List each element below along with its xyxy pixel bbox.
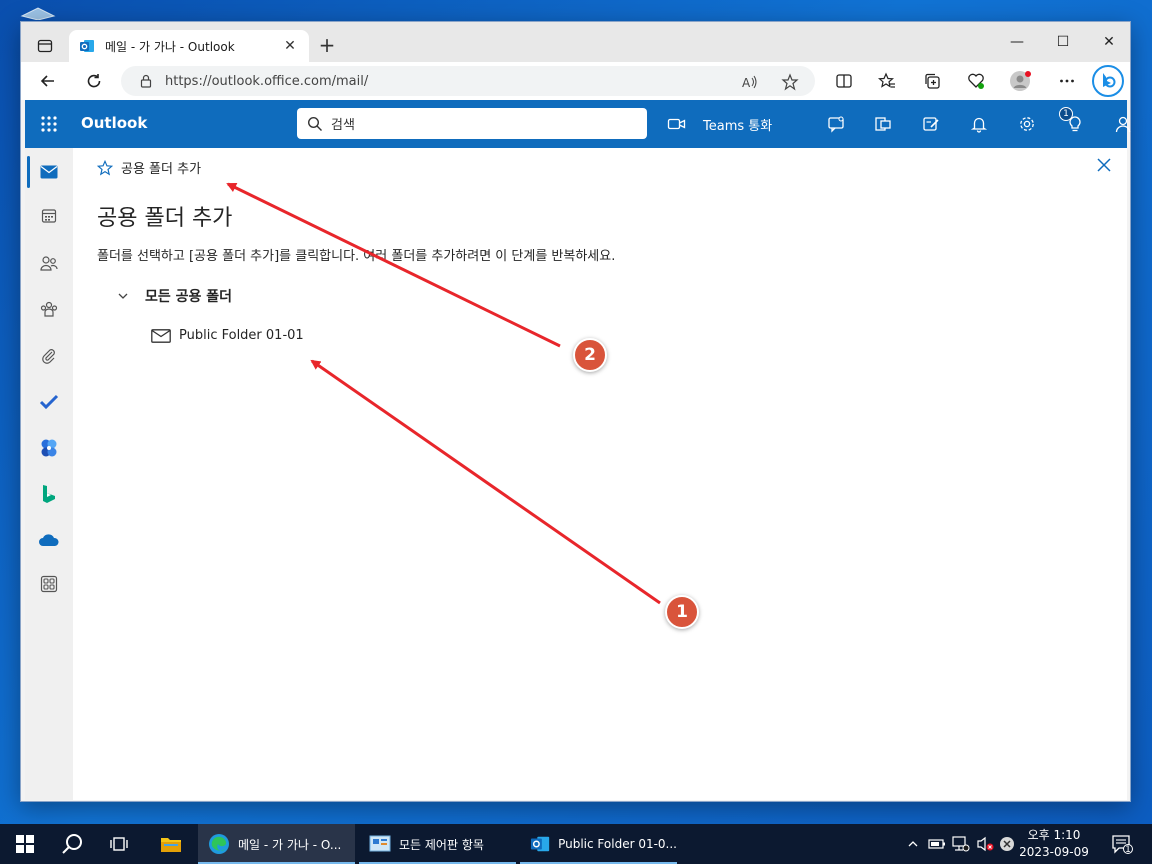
video-call-icon[interactable] [666,113,688,135]
tree-root-all-public-folders[interactable]: 모든 공용 폴더 [117,286,232,306]
browser-toolbar: https://outlook.office.com/mail/ A [21,62,1130,100]
rail-loop-icon[interactable] [25,432,73,464]
clock-time: 오후 1:10 [1027,828,1081,842]
taskbar-app-control-panel[interactable]: 모든 제어판 항목 [359,824,516,864]
app-launcher-icon[interactable] [39,114,59,134]
lock-icon[interactable] [139,74,153,88]
tab-close-icon[interactable]: ✕ [281,38,299,54]
tab-strip: 메일 - 가 가나 - Outlook ✕ + — ☐ ✕ [21,22,1130,62]
rail-groups-icon[interactable] [25,293,73,325]
breadcrumb-label[interactable]: 공용 폴더 추가 [121,158,201,177]
chevron-down-icon[interactable] [117,290,129,302]
instruction-text: 폴더를 선택하고 [공용 폴더 추가]를 클릭합니다. 여러 폴더를 추가하려면… [97,249,616,264]
task-view-button[interactable] [100,824,140,864]
outlook-header: Outlook 검색 Teams 통화 1 [25,100,1131,148]
taskbar-app-label: 메일 - 가 가나 - O... [238,837,342,852]
page-title: 공용 폴더 추가 [97,206,233,231]
address-bar[interactable]: https://outlook.office.com/mail/ A [121,66,815,96]
tree-item-label: Public Folder 01-01 [179,328,304,343]
settings-gear-icon[interactable] [1016,113,1038,135]
taskbar-app-label: Public Folder 01-0... [558,837,677,851]
breadcrumb: 공용 폴더 추가 [97,158,201,177]
profile-avatar[interactable] [1007,68,1033,94]
rail-people-icon[interactable] [25,247,73,279]
url-text: https://outlook.office.com/mail/ [165,73,369,89]
rail-more-apps-icon[interactable] [25,568,73,600]
outlook-brand[interactable]: Outlook [81,114,147,132]
show-hidden-icons-chevron-icon[interactable] [904,835,922,853]
browser-essentials-icon[interactable] [963,68,989,94]
rail-calendar-icon[interactable] [25,200,73,232]
refresh-icon[interactable] [81,68,107,94]
tree-root-label: 모든 공용 폴더 [145,289,233,305]
new-tab-button[interactable]: + [315,34,339,58]
account-person-icon[interactable] [1112,113,1134,135]
close-window-button[interactable]: ✕ [1086,30,1132,54]
tab-outlook[interactable]: 메일 - 가 가나 - Outlook ✕ [69,30,309,62]
outlook-favicon-icon [80,40,94,52]
network-icon[interactable] [952,835,970,853]
favorite-star-icon[interactable] [779,71,801,93]
tips-count-badge: 1 [1059,107,1073,121]
folder-icon [161,838,181,852]
rail-bookings-icon[interactable] [25,478,73,510]
bell-icon[interactable] [968,113,990,135]
windows-logo-icon [16,835,34,853]
search-placeholder: 검색 [331,118,355,133]
outlook-icon [530,836,550,852]
battery-icon[interactable] [928,835,946,853]
taskbar-search-icon [62,834,82,854]
task-view-icon [110,837,128,851]
file-explorer-button[interactable] [150,824,190,864]
rail-mail-icon[interactable] [25,156,73,188]
taskbar-app-edge[interactable]: 메일 - 가 가나 - O... [198,824,355,864]
more-icon[interactable] [1054,68,1080,94]
edge-icon [209,834,229,854]
volume-muted-icon[interactable] [976,835,994,853]
taskbar: 메일 - 가 가나 - O... 모든 제어판 항목 Public Folder… [0,824,1152,864]
taskbar-app-outlook[interactable]: Public Folder 01-0... [520,824,677,864]
favorites-icon[interactable] [874,68,900,94]
browser-window: 메일 - 가 가나 - Outlook ✕ + — ☐ ✕ https://ou… [20,21,1131,802]
star-icon[interactable] [97,159,113,176]
action-center-badge: 1 [1125,845,1131,855]
rail-todo-icon[interactable] [25,386,73,418]
start-button[interactable] [6,824,42,864]
collections-icon[interactable] [919,68,945,94]
clock-date: 2023-09-09 [1019,845,1089,859]
my-day-icon[interactable] [920,113,942,135]
desktop-recycle-icon[interactable] [18,6,58,20]
read-aloud-icon[interactable]: A [739,71,761,93]
panel-close-icon[interactable] [1095,156,1113,174]
annotation-marker-1: 1 [665,595,699,629]
tab-title: 메일 - 가 가나 - Outlook [105,39,235,54]
back-icon[interactable] [35,68,61,94]
control-panel-icon [369,835,391,852]
search-input[interactable]: 검색 [297,108,647,139]
maximize-button[interactable]: ☐ [1040,30,1086,54]
tab-actions-icon[interactable] [33,34,57,58]
search-button[interactable] [52,824,92,864]
teams-call-label[interactable]: Teams 통화 [703,115,772,134]
taskbar-app-label: 모든 제어판 항목 [399,837,484,852]
minimize-button[interactable]: — [994,30,1040,54]
office-icon[interactable] [872,113,894,135]
app-rail [25,148,73,800]
add-public-folder-panel: 공용 폴더 추가 공용 폴더 추가 폴더를 선택하고 [공용 폴더 추가]를 클… [73,148,1127,800]
mail-folder-icon [151,328,171,343]
bing-copilot-icon[interactable] [1092,65,1124,97]
svg-text:A: A [742,76,751,90]
split-screen-icon[interactable] [831,68,857,94]
action-center-icon[interactable]: 1 [1110,835,1134,855]
search-icon [307,116,322,131]
rail-attachment-icon[interactable] [25,340,73,372]
annotation-marker-2: 2 [573,338,607,372]
feedback-chat-icon[interactable] [825,113,847,135]
rail-onedrive-icon[interactable] [25,524,73,556]
system-clock[interactable]: 오후 1:10 2023-09-09 [1014,827,1094,861]
tree-item-public-folder[interactable]: Public Folder 01-01 [151,328,304,343]
